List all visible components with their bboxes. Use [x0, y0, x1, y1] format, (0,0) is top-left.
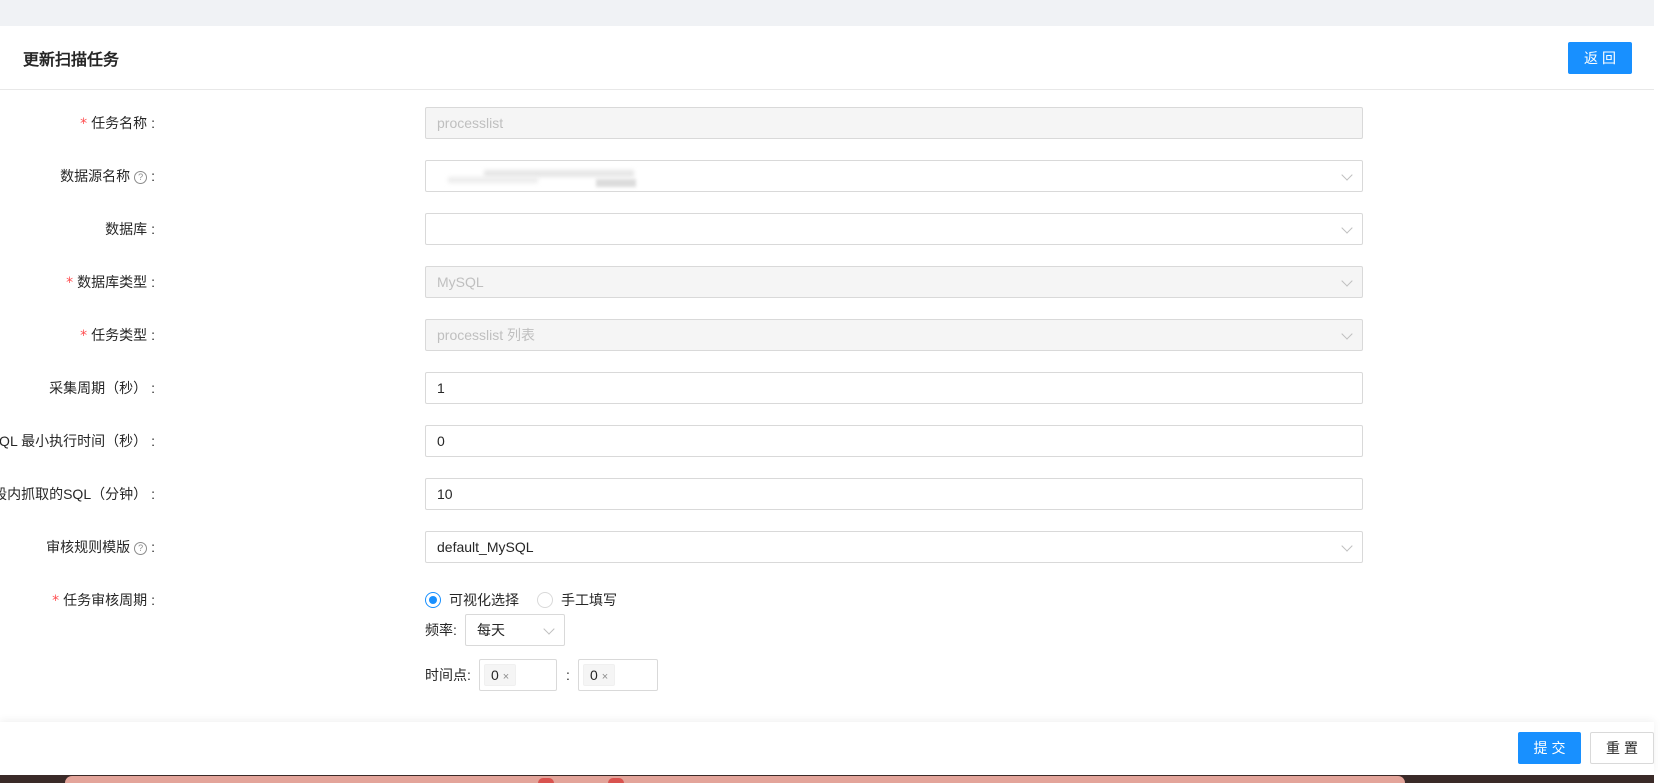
rule-template-select[interactable]: default_MySQL: [425, 531, 1363, 563]
sql-min-exec-label: SQL 最小执行时间（秒）:: [0, 433, 155, 449]
audit-window-row: 审核过去时间段内抓取的SQL（分钟）: 10: [0, 478, 1400, 510]
page-title: 更新扫描任务: [23, 51, 120, 69]
back-button[interactable]: 返回: [1568, 41, 1632, 74]
datasource-label: 数据源名称?:: [60, 168, 155, 184]
form-card: 更新扫描任务 返回 * 任务名称: processlist 数据源名称?: 数据库…: [0, 26, 1654, 722]
chevron-down-icon: [543, 623, 555, 635]
rule-template-row: 审核规则模版?: default_MySQL: [0, 531, 1400, 563]
sql-min-exec-row: SQL 最小执行时间（秒）: 0: [0, 425, 1400, 457]
hour-tag-select[interactable]: 0 ×: [479, 659, 557, 691]
help-icon[interactable]: ?: [134, 542, 148, 555]
redacted-text-blur: [484, 170, 634, 177]
radio-checked-icon: [425, 592, 441, 608]
minute-tag: 0 ×: [583, 664, 616, 686]
rule-template-label: 审核规则模版?:: [46, 539, 155, 555]
audit-cycle-radio-group: 可视化选择 手工填写: [425, 584, 635, 616]
collect-period-label: 采集周期（秒）:: [49, 380, 155, 396]
audit-cycle-row: * 任务审核周期: 可视化选择 手工填写: [0, 584, 1400, 616]
chevron-down-icon: [1341, 275, 1353, 287]
help-icon[interactable]: ?: [134, 171, 148, 184]
task-name-label: * 任务名称:: [80, 115, 155, 132]
time-point-label: 时间点:: [425, 667, 471, 683]
hour-tag: 0 ×: [484, 664, 517, 686]
collect-period-input[interactable]: 1: [425, 372, 1363, 404]
frequency-label: 频率:: [425, 622, 457, 638]
right-edge-area: [1654, 0, 1664, 783]
task-type-label: * 任务类型:: [80, 327, 155, 344]
datasource-select[interactable]: [425, 160, 1363, 192]
time-separator: :: [566, 667, 570, 683]
datasource-row: 数据源名称?:: [0, 160, 1400, 192]
task-type-row: * 任务类型: processlist 列表: [0, 319, 1400, 351]
chevron-down-icon: [1341, 540, 1353, 552]
form-footer: 提交 重置: [0, 722, 1654, 775]
audit-window-label: 审核过去时间段内抓取的SQL（分钟）:: [0, 486, 155, 502]
task-name-row: * 任务名称: processlist: [0, 107, 1400, 139]
frequency-value: 每天: [477, 622, 505, 638]
database-row: 数据库:: [0, 213, 1400, 245]
collect-period-row: 采集周期（秒）: 1: [0, 372, 1400, 404]
rule-template-value: default_MySQL: [437, 539, 534, 555]
task-type-value: processlist 列表: [437, 327, 536, 343]
frequency-select[interactable]: 每天: [465, 614, 565, 646]
radio-visual-select[interactable]: 可视化选择: [425, 590, 519, 610]
close-icon[interactable]: ×: [503, 671, 509, 683]
dock-app-icon: [608, 778, 624, 783]
radio-manual-fill[interactable]: 手工填写: [537, 590, 617, 610]
dock-app-icon: [538, 778, 554, 783]
reset-button[interactable]: 重置: [1590, 732, 1654, 764]
chevron-down-icon: [1341, 222, 1353, 234]
minute-tag-select[interactable]: 0 ×: [578, 659, 658, 691]
db-type-label: * 数据库类型:: [66, 274, 155, 291]
redacted-text-blur: [448, 177, 538, 183]
db-type-select[interactable]: MySQL: [425, 266, 1363, 298]
redacted-text-blur: [596, 179, 636, 187]
database-label: 数据库:: [105, 221, 155, 237]
top-background-strip: [0, 0, 1664, 26]
close-icon[interactable]: ×: [602, 671, 608, 683]
task-type-select[interactable]: processlist 列表: [425, 319, 1363, 351]
radio-unchecked-icon: [537, 592, 553, 608]
task-name-input[interactable]: processlist: [425, 107, 1363, 139]
card-header: 更新扫描任务 返回: [0, 26, 1654, 90]
sql-min-exec-input[interactable]: 0: [425, 425, 1363, 457]
audit-cycle-label: * 任务审核周期:: [52, 592, 155, 609]
db-type-row: * 数据库类型: MySQL: [0, 266, 1400, 298]
db-type-value: MySQL: [437, 274, 484, 290]
chevron-down-icon: [1341, 169, 1353, 181]
chevron-down-icon: [1341, 328, 1353, 340]
submit-button[interactable]: 提交: [1518, 732, 1581, 764]
database-select[interactable]: [425, 213, 1363, 245]
dock-bar: [65, 776, 1405, 783]
audit-window-input[interactable]: 10: [425, 478, 1363, 510]
